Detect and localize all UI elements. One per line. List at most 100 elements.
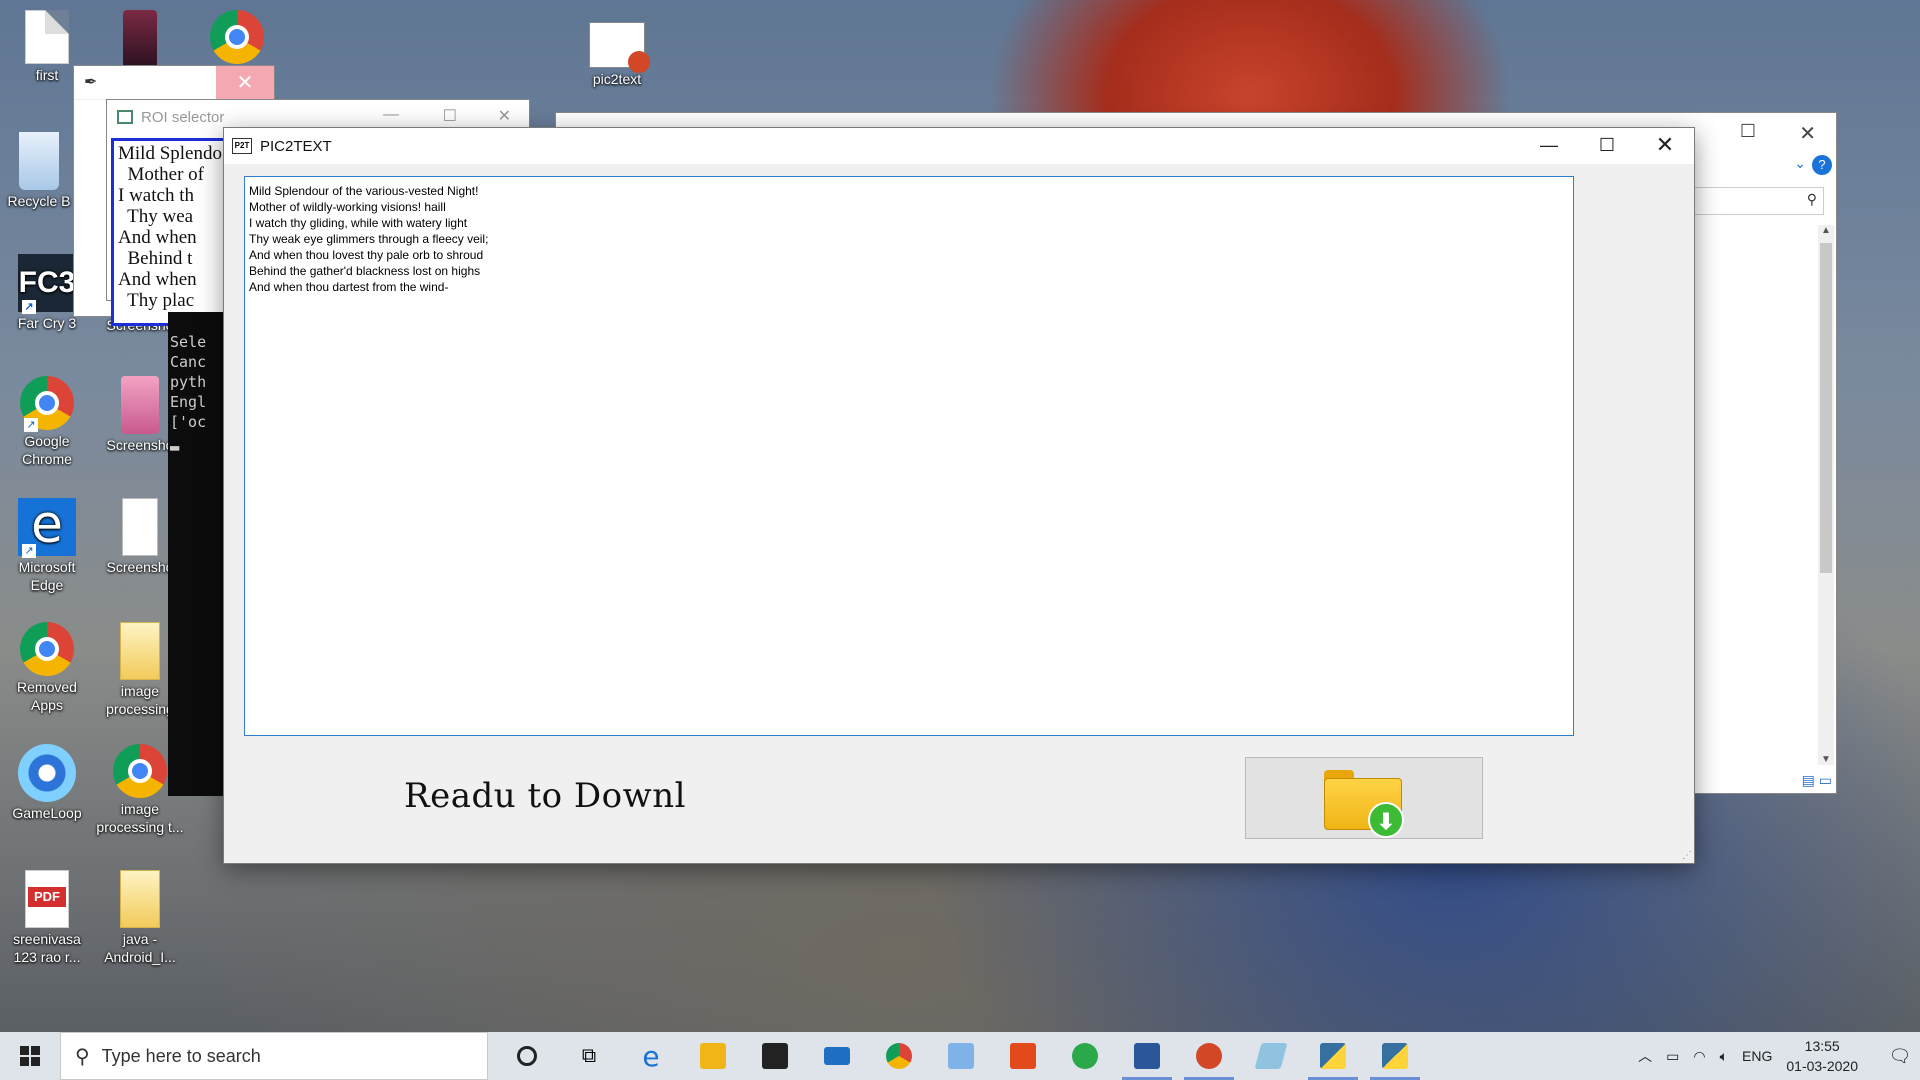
chrome-icon — [210, 10, 264, 64]
download-button[interactable]: ⬇ — [1245, 757, 1483, 839]
notification-center-icon[interactable]: 🗨︎ — [1880, 1032, 1920, 1080]
language-indicator[interactable]: ENG — [1742, 1048, 1772, 1064]
folder-download-icon: ⬇ — [1324, 770, 1404, 838]
preview-line: And when — [118, 227, 197, 248]
task-view-icon: ⧉ — [581, 1044, 597, 1067]
desktop-icon-google-chrome[interactable]: Google Chrome — [2, 376, 92, 468]
taskbar-python-1[interactable] — [1302, 1032, 1364, 1080]
snip-icon — [1254, 1043, 1288, 1069]
app-logo: P2T — [232, 138, 252, 154]
word-icon — [1134, 1043, 1160, 1069]
taskbar-edge[interactable]: e — [620, 1032, 682, 1080]
console-window[interactable]: Sele Canc pyth Engl ['oc ▂ — [168, 312, 226, 796]
chrome-icon — [20, 622, 74, 676]
desktop-icon-label: Removed Apps — [17, 679, 77, 713]
extracted-text-area[interactable]: Mild Splendour of the various-vested Nig… — [244, 176, 1574, 736]
maximize-button[interactable]: ☐ — [1578, 128, 1636, 164]
desktop-icon-label: java - Android_I... — [104, 931, 176, 965]
taskbar-search[interactable]: ⚲ Type here to search — [60, 1032, 488, 1080]
desktop-icon-removed-apps[interactable]: Removed Apps — [2, 622, 92, 714]
view-toggle-icon[interactable]: ▤ ▭ — [1802, 772, 1832, 789]
taskbar-maps[interactable] — [1054, 1032, 1116, 1080]
maximize-button[interactable]: ☐ — [443, 106, 457, 126]
recycle-bin-icon — [19, 132, 59, 190]
taskbar-mail[interactable] — [806, 1032, 868, 1080]
desktop-icon-phone-image[interactable] — [95, 10, 185, 70]
store-icon — [762, 1043, 788, 1069]
taskbar-office[interactable] — [992, 1032, 1054, 1080]
text-line: And when thou dartest from the wind- — [249, 280, 449, 294]
start-button[interactable] — [0, 1032, 60, 1080]
minimize-button[interactable]: — — [383, 106, 399, 124]
cortana-button[interactable] — [496, 1032, 558, 1080]
search-placeholder: Type here to search — [101, 1045, 261, 1066]
close-button[interactable]: ✕ — [216, 66, 274, 100]
folder-icon — [120, 870, 160, 928]
desktop-icon-gameloop[interactable]: GameLoop — [2, 744, 92, 822]
image-file-icon — [122, 498, 158, 556]
taskbar-word[interactable] — [1116, 1032, 1178, 1080]
powerpoint-icon — [1196, 1043, 1222, 1069]
taskbar-this-pc[interactable] — [930, 1032, 992, 1080]
far-cry-icon: FC3 — [18, 254, 76, 314]
desktop-icon-label: Recycle B — [7, 193, 71, 209]
desktop-icon-label: Microsoft Edge — [18, 559, 76, 593]
resize-grip[interactable]: ⋰ — [1682, 850, 1692, 861]
pdf-icon: PDF — [25, 870, 69, 928]
wifi-icon[interactable]: ◠ — [1693, 1048, 1705, 1065]
desktop-icon-recycle-bin[interactable]: Recycle B — [0, 132, 84, 210]
text-line: Mother of wildly-working visions! haill — [249, 200, 446, 214]
title-bar: P2T PIC2TEXT — ☐ ✕ — [224, 128, 1694, 164]
python-icon — [1382, 1043, 1408, 1069]
text-line: Behind the gather'd blackness lost on hi… — [249, 264, 481, 278]
close-button[interactable]: ✕ — [1799, 121, 1816, 146]
taskbar-chrome[interactable] — [868, 1032, 930, 1080]
text-line: And when thou lovest thy pale orb to shr… — [249, 248, 484, 262]
taskbar-store[interactable] — [744, 1032, 806, 1080]
scrollbar[interactable]: ▲ ▼ — [1818, 225, 1834, 765]
desktop-icon-java-android[interactable]: java - Android_I... — [95, 870, 185, 966]
taskbar-python-2[interactable] — [1364, 1032, 1426, 1080]
feather-icon: ✒ — [84, 74, 98, 91]
status-label: Readu to Downl — [404, 776, 687, 816]
taskbar-snip[interactable] — [1240, 1032, 1302, 1080]
desktop-icon-pdf[interactable]: PDF sreenivasa 123 rao r... — [2, 870, 92, 966]
taskbar-file-explorer[interactable] — [682, 1032, 744, 1080]
minimize-button[interactable]: — — [1520, 128, 1578, 164]
folder-icon — [120, 622, 160, 680]
console-cursor: ▂ — [170, 433, 180, 451]
desktop-icon-label: sreenivasa 123 rao r... — [13, 931, 81, 965]
close-button[interactable]: ✕ — [498, 106, 511, 126]
clock[interactable]: 13:55 01-03-2020 — [1786, 1036, 1858, 1076]
battery-icon[interactable]: ▭ — [1666, 1048, 1679, 1065]
preview-line: Thy wea — [118, 206, 194, 227]
desktop-icon-label: Far Cry 3 — [17, 315, 77, 331]
maximize-button[interactable]: ☐ — [1740, 121, 1756, 142]
preview-line: Thy plac — [118, 290, 195, 311]
roi-image-preview[interactable]: Mild Splendo Mother of I watch th Thy we… — [111, 138, 229, 326]
title-bar: ✒ ✕ — [74, 66, 274, 100]
search-icon: ⚲ — [1806, 191, 1817, 207]
scrollbar-thumb[interactable] — [1820, 243, 1832, 573]
image-file-icon — [121, 376, 159, 434]
chrome-icon — [20, 376, 74, 432]
search-input[interactable]: ⚲ — [1674, 187, 1824, 215]
console-line: ['oc — [170, 413, 207, 431]
taskbar-powerpoint[interactable] — [1178, 1032, 1240, 1080]
chevron-down-icon[interactable]: ⌄ — [1794, 155, 1806, 172]
system-tray: ︿ ▭ ◠ 🔈︎ ENG 13:55 01-03-2020 🗨︎ — [1638, 1032, 1920, 1080]
task-view-button[interactable]: ⧉ — [558, 1032, 620, 1080]
close-button[interactable]: ✕ — [1636, 128, 1694, 164]
taskbar: ⚲ Type here to search ⧉ e ︿ ▭ ◠ 🔈︎ ENG 1… — [0, 1032, 1920, 1080]
scroll-down-icon[interactable]: ▼ — [1818, 754, 1834, 765]
volume-icon[interactable]: 🔈︎ — [1720, 1048, 1728, 1065]
chevron-up-icon[interactable]: ︿ — [1638, 1046, 1652, 1066]
chrome-icon — [886, 1043, 912, 1069]
desktop-icon-microsoft-edge[interactable]: e Microsoft Edge — [2, 498, 92, 594]
desktop-icon-pic2text[interactable]: pic2text — [572, 22, 662, 88]
pic2text-window[interactable]: P2T PIC2TEXT — ☐ ✕ Mild Splendour of the… — [224, 128, 1694, 863]
scroll-up-icon[interactable]: ▲ — [1818, 225, 1834, 236]
clock-date: 01-03-2020 — [1786, 1058, 1858, 1074]
help-icon[interactable]: ? — [1812, 155, 1832, 175]
desktop-icon-chrome-top[interactable] — [192, 10, 282, 66]
